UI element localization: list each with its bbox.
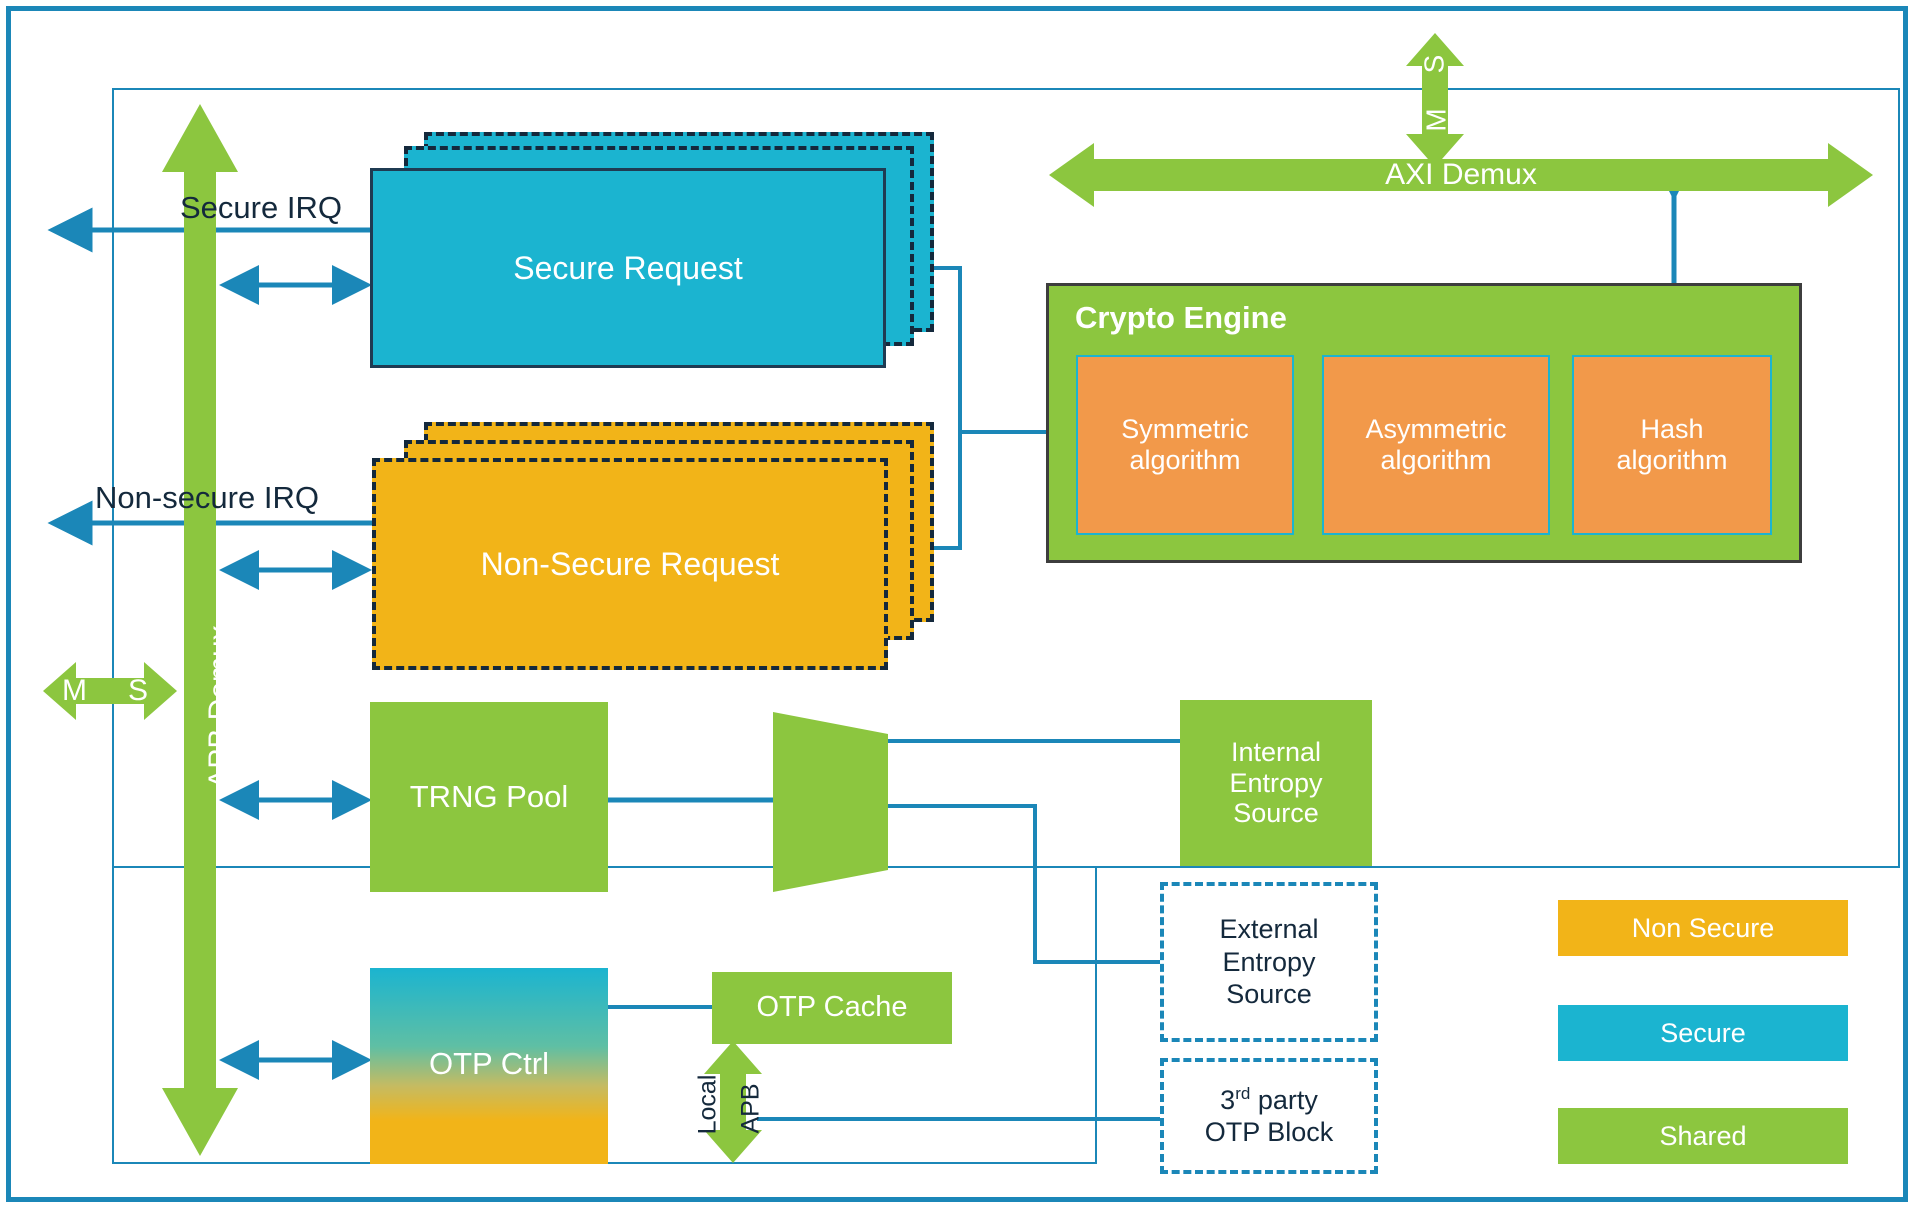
hash-algorithm-label-line1: Hash xyxy=(1640,414,1704,445)
otp-ctrl-label: OTP Ctrl xyxy=(429,1046,549,1081)
axi-master-slave-arrow xyxy=(1406,33,1464,167)
third-party-otp-label-line1: 3rd party xyxy=(1220,1084,1318,1116)
third-party-otp-number: 3 xyxy=(1220,1084,1236,1115)
third-party-otp-word: party xyxy=(1250,1084,1318,1115)
trng-pool-block[interactable]: TRNG Pool xyxy=(370,702,608,892)
legend-label-shared: Shared xyxy=(1659,1120,1747,1151)
hash-algorithm-label-line2: algorithm xyxy=(1616,445,1728,475)
internal-entropy-label-line3: Source xyxy=(1233,798,1319,829)
symmetric-algorithm-label-line1: Symmetric xyxy=(1121,414,1249,445)
internal-entropy-label-line1: Internal xyxy=(1230,736,1322,767)
axi-slave-label: S xyxy=(1418,54,1450,74)
apb-slave-label: S xyxy=(128,674,149,707)
internal-entropy-label-line2: Entropy xyxy=(1229,767,1323,798)
asymmetric-algorithm-label-line1: Asymmetric xyxy=(1365,414,1507,445)
local-apb-label-line1: Local xyxy=(693,1074,722,1135)
entropy-mux-trapezoid[interactable] xyxy=(773,712,888,892)
legend-label-secure: Secure xyxy=(1660,1017,1746,1048)
apb-demux-label: APB Demux xyxy=(203,625,236,789)
non-secure-irq-label: Non-secure IRQ xyxy=(95,480,319,515)
apb-master-slave-arrow xyxy=(43,662,177,720)
legend-item-shared: Shared xyxy=(1558,1108,1848,1164)
third-party-otp-superscript: rd xyxy=(1235,1083,1251,1103)
secure-irq-label: Secure IRQ xyxy=(180,190,342,225)
symmetric-algorithm-block[interactable]: Symmetric algorithm xyxy=(1076,355,1294,535)
symmetric-algorithm-label-line2: algorithm xyxy=(1129,445,1241,475)
legend-item-non-secure: Non Secure xyxy=(1558,900,1848,956)
asymmetric-algorithm-label-line2: algorithm xyxy=(1380,445,1492,475)
external-entropy-source-block[interactable]: External Entropy Source xyxy=(1160,882,1378,1042)
otp-cache-block[interactable]: OTP Cache xyxy=(712,972,952,1044)
local-apb-label-line2: APB xyxy=(736,1083,765,1134)
third-party-otp-label-line2: OTP Block xyxy=(1204,1117,1334,1147)
secure-request-label: Secure Request xyxy=(513,249,743,286)
trng-pool-label: TRNG Pool xyxy=(409,779,569,815)
legend-item-secure: Secure xyxy=(1558,1005,1848,1061)
apb-master-label: M xyxy=(62,674,87,707)
diagram-canvas: APB Demux M S AXI Demux S M Secure Reque… xyxy=(0,0,1920,1212)
external-entropy-label-line3: Source xyxy=(1226,979,1312,1010)
otp-cache-label: OTP Cache xyxy=(756,991,908,1024)
external-entropy-label-line2: Entropy xyxy=(1222,946,1316,977)
asymmetric-algorithm-block[interactable]: Asymmetric algorithm xyxy=(1322,355,1550,535)
internal-entropy-source-block[interactable]: Internal Entropy Source xyxy=(1180,700,1372,866)
non-secure-request-label: Non-Secure Request xyxy=(480,545,780,582)
non-secure-request-block[interactable]: Non-Secure Request xyxy=(372,458,888,670)
external-entropy-label-line1: External xyxy=(1219,914,1319,945)
axi-master-label: M xyxy=(1420,108,1452,132)
third-party-otp-block[interactable]: 3rd party OTP Block xyxy=(1160,1058,1378,1174)
secure-request-block[interactable]: Secure Request xyxy=(370,168,886,368)
crypto-engine-title: Crypto Engine xyxy=(1075,300,1287,335)
hash-algorithm-block[interactable]: Hash algorithm xyxy=(1572,355,1772,535)
legend-label-non-secure: Non Secure xyxy=(1631,912,1775,943)
